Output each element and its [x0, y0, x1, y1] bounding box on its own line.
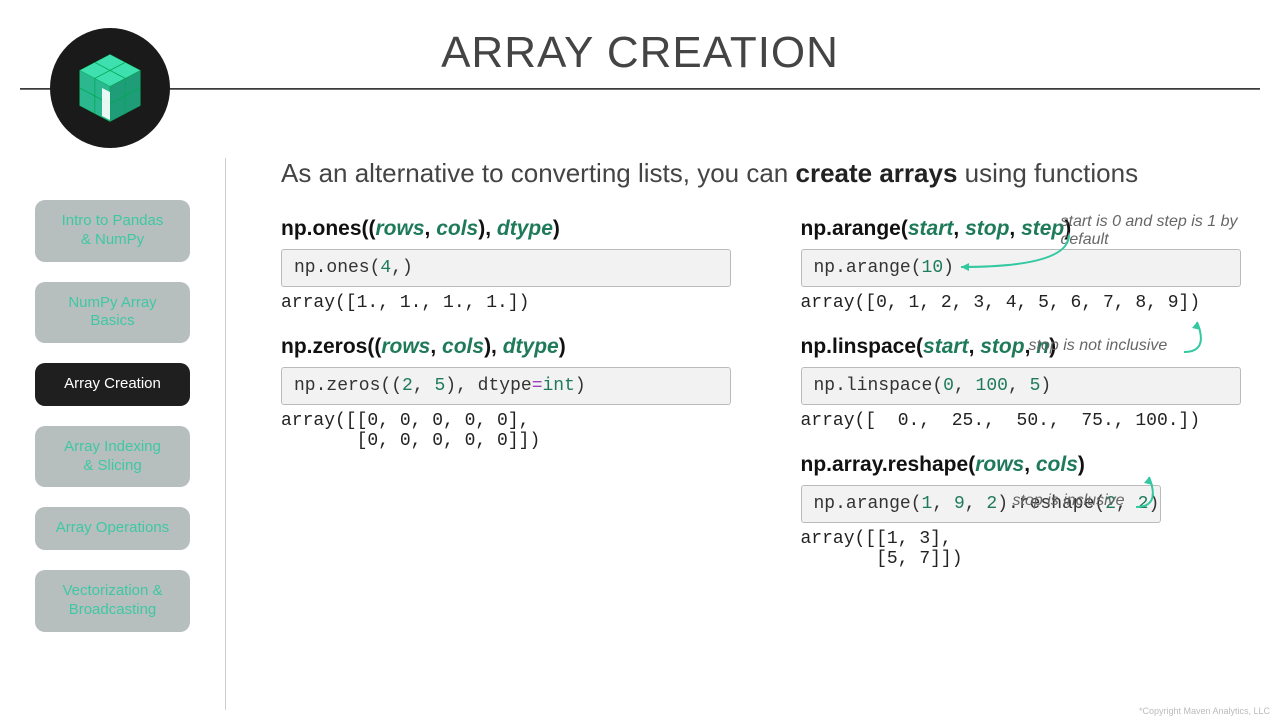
- sidebar: Intro to Pandas & NumPy NumPy Array Basi…: [35, 200, 190, 652]
- sidebar-item-basics[interactable]: NumPy Array Basics: [35, 282, 190, 344]
- copyright: *Copyright Maven Analytics, LLC: [1139, 706, 1270, 716]
- ones-code: np.ones(4,): [281, 249, 731, 287]
- intro-text: As an alternative to converting lists, y…: [281, 158, 1250, 189]
- numpy-logo: [50, 28, 170, 148]
- content: As an alternative to converting lists, y…: [225, 158, 1250, 710]
- sidebar-item-intro[interactable]: Intro to Pandas & NumPy: [35, 200, 190, 262]
- zeros-signature: np.zeros((rows, cols), dtype): [281, 335, 731, 359]
- intro-pre: As an alternative to converting lists, y…: [281, 158, 796, 188]
- ones-output: array([1., 1., 1., 1.]): [281, 293, 731, 313]
- zeros-output: array([[0, 0, 0, 0, 0], [0, 0, 0, 0, 0]]…: [281, 411, 731, 451]
- arange-code: np.arange(10): [801, 249, 1241, 287]
- reshape-output: array([[1, 3], [5, 7]]): [801, 529, 1251, 569]
- zeros-code: np.zeros((2, 5), dtype=int): [281, 367, 731, 405]
- sidebar-item-indexing[interactable]: Array Indexing & Slicing: [35, 426, 190, 488]
- arange-output: array([0, 1, 2, 3, 4, 5, 6, 7, 8, 9]): [801, 293, 1251, 313]
- cube-icon: [70, 48, 150, 128]
- note-stop-inclusive: stop is inclusive: [1013, 492, 1125, 510]
- sidebar-item-creation[interactable]: Array Creation: [35, 363, 190, 406]
- linspace-signature: np.linspace(start, stop, n): [801, 335, 1251, 359]
- divider: [20, 88, 1260, 90]
- intro-post: using functions: [957, 158, 1138, 188]
- right-column: np.arange(start, stop, step) np.arange(1…: [801, 217, 1251, 569]
- note-start: start is 0 and step is 1 by default: [1061, 213, 1251, 249]
- linspace-code: np.linspace(0, 100, 5): [801, 367, 1241, 405]
- sidebar-item-operations[interactable]: Array Operations: [35, 507, 190, 550]
- reshape-signature: np.array.reshape(rows, cols): [801, 453, 1251, 477]
- header: ARRAY CREATION: [0, 0, 1280, 90]
- left-column: np.ones((rows, cols), dtype) np.ones(4,)…: [281, 217, 731, 569]
- ones-signature: np.ones((rows, cols), dtype): [281, 217, 731, 241]
- page-title: ARRAY CREATION: [0, 0, 1280, 78]
- note-stop-not-inclusive: stop is not inclusive: [1029, 337, 1168, 355]
- sidebar-item-vectorization[interactable]: Vectorization & Broadcasting: [35, 570, 190, 632]
- linspace-output: array([ 0., 25., 50., 75., 100.]): [801, 411, 1251, 431]
- intro-bold: create arrays: [796, 158, 958, 188]
